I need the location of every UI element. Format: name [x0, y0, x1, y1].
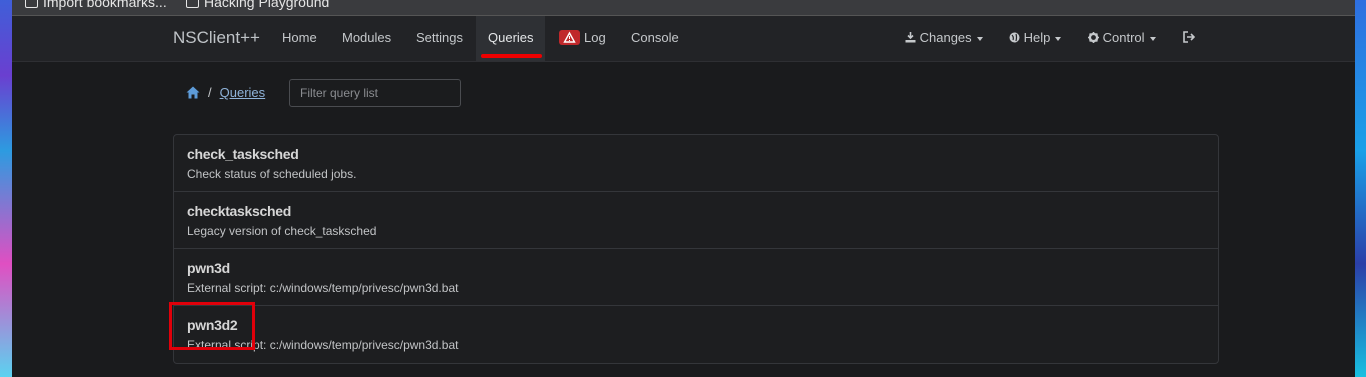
nav-log[interactable]: Log: [559, 30, 606, 46]
list-item[interactable]: checktasksched Legacy version of check_t…: [174, 192, 1218, 249]
bookmarks-toolbar: Import bookmarks... Hacking Playground: [12, 0, 1355, 16]
breadcrumb: / Queries: [186, 85, 265, 100]
query-description: Legacy version of check_tasksched: [187, 224, 377, 238]
download-icon: [905, 32, 916, 43]
changes-dropdown[interactable]: Changes: [905, 30, 983, 45]
gear-icon: [1088, 32, 1099, 43]
control-dropdown[interactable]: Control: [1088, 30, 1156, 45]
bookmark-folder[interactable]: Hacking Playground: [186, 0, 329, 10]
nav-console[interactable]: Console: [631, 30, 679, 45]
desktop-wallpaper-right: [1355, 0, 1366, 377]
filter-query-input[interactable]: [289, 79, 461, 107]
control-label: Control: [1102, 30, 1145, 45]
caret-down-icon: [1055, 36, 1062, 41]
nav-log-label: Log: [584, 30, 606, 45]
breadcrumb-separator: /: [208, 85, 212, 100]
query-name[interactable]: pwn3d: [187, 260, 230, 276]
folder-icon: [186, 0, 199, 8]
list-item[interactable]: pwn3d External script: c:/windows/temp/p…: [174, 249, 1218, 306]
import-icon: [25, 0, 38, 8]
query-name[interactable]: check_tasksched: [187, 146, 299, 162]
caret-down-icon: [976, 36, 983, 41]
nav-settings[interactable]: Settings: [416, 30, 463, 45]
annotation-highlight-box: [169, 302, 255, 350]
desktop-wallpaper-left: [0, 0, 12, 377]
list-item[interactable]: check_tasksched Check status of schedule…: [174, 135, 1218, 192]
logout-icon: [1183, 31, 1196, 43]
nav-modules[interactable]: Modules: [342, 30, 391, 45]
bookmark-import[interactable]: Import bookmarks...: [25, 0, 167, 10]
query-list: check_tasksched Check status of schedule…: [173, 134, 1219, 364]
nav-home[interactable]: Home: [282, 30, 317, 45]
changes-label: Changes: [919, 30, 972, 45]
query-description: External script: c:/windows/temp/privesc…: [187, 281, 459, 295]
help-dropdown[interactable]: Help: [1009, 30, 1062, 45]
home-icon[interactable]: [186, 86, 200, 99]
breadcrumb-current[interactable]: Queries: [220, 85, 266, 100]
warning-icon: [559, 30, 580, 46]
top-navbar: NSClient++ Home Modules Settings Queries…: [12, 16, 1355, 62]
help-label: Help: [1023, 30, 1051, 45]
query-description: Check status of scheduled jobs.: [187, 167, 357, 181]
query-name[interactable]: checktasksched: [187, 203, 291, 219]
brand-logo-text[interactable]: NSClient++: [173, 28, 260, 48]
globe-icon: [1009, 32, 1020, 43]
active-tab-underline: [481, 54, 542, 58]
list-item[interactable]: pwn3d2 External script: c:/windows/temp/…: [174, 306, 1218, 363]
bookmark-label: Hacking Playground: [204, 0, 330, 10]
logout-button[interactable]: [1182, 30, 1196, 45]
nav-queries[interactable]: Queries: [488, 30, 534, 45]
caret-down-icon: [1149, 36, 1156, 41]
bookmark-label: Import bookmarks...: [43, 0, 167, 10]
